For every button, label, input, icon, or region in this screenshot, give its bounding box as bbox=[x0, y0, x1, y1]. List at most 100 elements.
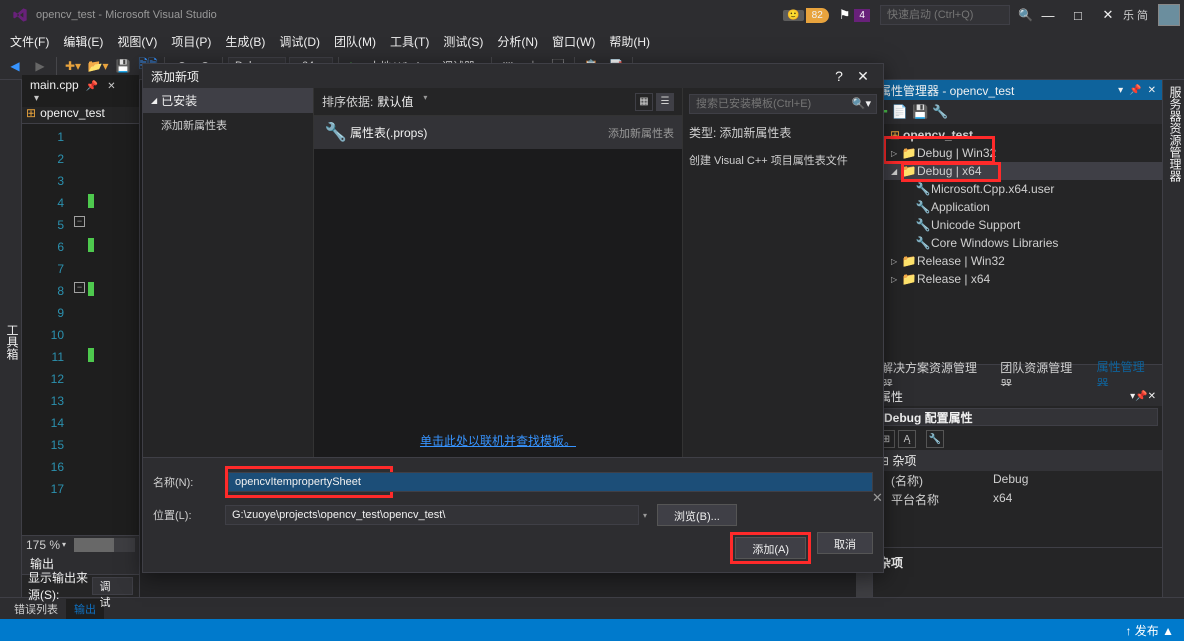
highlight-debug-node bbox=[883, 136, 995, 164]
tree-node[interactable]: 🔧Unicode Support bbox=[873, 216, 1162, 234]
sort-combo[interactable]: 默认值 bbox=[377, 93, 427, 110]
menu-item[interactable]: 测试(S) bbox=[437, 31, 489, 52]
flag-icon[interactable]: ⚑ bbox=[839, 7, 851, 23]
tree-node[interactable]: 🔧Application bbox=[873, 198, 1162, 216]
tree-node[interactable]: ▷📁Release | x64 bbox=[873, 270, 1162, 288]
tree-node[interactable]: 🔧Core Windows Libraries bbox=[873, 234, 1162, 252]
open-button[interactable]: 📂▾ bbox=[87, 55, 109, 77]
category-installed[interactable]: ◢ 已安装 bbox=[143, 88, 313, 113]
close-tab-button[interactable]: ✕ bbox=[107, 81, 115, 92]
publish-button[interactable]: ↑ 发布 ▲ bbox=[1125, 622, 1174, 639]
menu-item[interactable]: 帮助(H) bbox=[603, 31, 656, 52]
panel-pin-icon[interactable]: 📌 bbox=[1129, 85, 1141, 96]
flag-count[interactable]: 4 bbox=[854, 9, 870, 22]
user-avatar[interactable] bbox=[1158, 4, 1180, 26]
dialog-titlebar[interactable]: 添加新项 ? ✕ bbox=[143, 64, 883, 88]
code-editor[interactable]: 1234567891011121314151617 − − bbox=[22, 124, 139, 535]
tabwell-dropdown[interactable]: ▾ bbox=[30, 93, 43, 104]
properties-description: 杂项 bbox=[873, 547, 1162, 597]
add-button[interactable]: 添加(A) bbox=[735, 537, 806, 559]
prop-pane-pin-icon[interactable]: 📌 bbox=[1135, 391, 1147, 402]
menu-item[interactable]: 团队(M) bbox=[328, 31, 382, 52]
pin-icon[interactable]: 📌 bbox=[86, 81, 98, 92]
menu-item[interactable]: 调试(D) bbox=[273, 31, 326, 52]
dialog-help-button[interactable]: ? bbox=[827, 68, 851, 84]
prop-pages-button[interactable]: 🔧 bbox=[926, 430, 944, 448]
line-number-gutter: 1234567891011121314151617 bbox=[22, 124, 72, 535]
menu-item[interactable]: 文件(F) bbox=[4, 31, 55, 52]
wrench-icon: 🔧 bbox=[322, 122, 350, 143]
notification-badge-score[interactable]: 82 bbox=[806, 8, 829, 23]
add-existing-prop-icon[interactable]: 📄 bbox=[892, 104, 908, 120]
dialog-category-list[interactable]: ◢ 已安装 添加新属性表 bbox=[143, 88, 313, 457]
properties-subject-combo[interactable]: Debug 配置属性 bbox=[877, 408, 1158, 426]
view-tiles-button[interactable]: ▦ bbox=[635, 93, 653, 111]
name-input[interactable] bbox=[228, 472, 873, 492]
window-minimize-button[interactable]: — bbox=[1033, 5, 1063, 25]
add-new-item-dialog: 添加新项 ? ✕ ◢ 已安装 添加新属性表 排序依据: 默认值 ▦ ☰ 🔧 属性… bbox=[142, 63, 884, 573]
prop-pane-close-icon[interactable]: ✕ bbox=[1148, 391, 1156, 402]
zoom-level[interactable]: 175 % bbox=[26, 538, 60, 552]
save-button[interactable]: 💾 bbox=[112, 55, 134, 77]
output-panel-toolbar: 显示输出来源(S): 调试 bbox=[22, 575, 139, 597]
tree-node[interactable]: 🔧Microsoft.Cpp.x64.user bbox=[873, 180, 1162, 198]
alpha-view-button[interactable]: Ą bbox=[898, 430, 916, 448]
tree-node[interactable]: ▷📁Release | Win32 bbox=[873, 252, 1162, 270]
online-templates-link-row: 单击此处以联机并查找模板。 bbox=[314, 424, 682, 457]
name-field-label: 名称(N): bbox=[153, 474, 225, 490]
menu-item[interactable]: 工具(T) bbox=[384, 31, 435, 52]
menu-item[interactable]: 分析(N) bbox=[491, 31, 544, 52]
property-manager-header[interactable]: 属性管理器 - opencv_test ▾ 📌 ✕ bbox=[873, 80, 1162, 100]
server-explorer-collapsed-strip[interactable]: 服务器资源管理器 bbox=[1162, 80, 1184, 597]
new-project-button[interactable]: ✚▾ bbox=[62, 55, 84, 77]
menu-item[interactable]: 窗口(W) bbox=[546, 31, 601, 52]
menubar: 文件(F)编辑(E)视图(V)项目(P)生成(B)调试(D)团队(M)工具(T)… bbox=[0, 30, 1184, 52]
online-templates-link[interactable]: 单击此处以联机并查找模板。 bbox=[420, 434, 576, 448]
lang-label[interactable]: 乐 简 bbox=[1123, 7, 1148, 23]
properties-pane-header[interactable]: 属性 ▾ 📌 ✕ bbox=[873, 386, 1162, 406]
window-close-button[interactable]: ✕ bbox=[1093, 5, 1123, 25]
location-input[interactable] bbox=[225, 505, 639, 525]
code-body[interactable] bbox=[88, 124, 139, 535]
window-maximize-button[interactable]: □ bbox=[1063, 5, 1093, 25]
menu-item[interactable]: 生成(B) bbox=[219, 31, 271, 52]
category-add-new-prop-sheet[interactable]: 添加新属性表 bbox=[143, 113, 313, 137]
menu-item[interactable]: 项目(P) bbox=[165, 31, 217, 52]
right-panel-tabs: 解决方案资源管理器 团队资源管理器 属性管理器 bbox=[873, 364, 1162, 386]
desc-type-value: 添加新属性表 bbox=[719, 126, 791, 140]
output-panel-close-x[interactable]: ✕ bbox=[872, 490, 1182, 506]
fold-toggle[interactable]: − bbox=[74, 216, 85, 227]
property-manager-title: 属性管理器 - opencv_test bbox=[879, 82, 1014, 99]
editor-hscrollbar[interactable] bbox=[74, 538, 135, 552]
nav-back-button[interactable]: ◀ bbox=[4, 55, 26, 77]
editor-zoom-bar: 175 %▾ bbox=[22, 535, 139, 553]
menu-item[interactable]: 编辑(E) bbox=[57, 31, 109, 52]
highlight-cpp-user-node bbox=[901, 162, 1001, 182]
template-item-name: 属性表(.props) bbox=[350, 124, 608, 141]
sort-label: 排序依据: bbox=[322, 93, 373, 110]
window-title: opencv_test - Microsoft Visual Studio bbox=[36, 9, 217, 21]
dialog-close-button[interactable]: ✕ bbox=[851, 68, 875, 85]
panel-dropdown-icon[interactable]: ▾ bbox=[1118, 85, 1123, 96]
notification-badge-bg[interactable]: 🙂 bbox=[783, 10, 803, 21]
search-icon[interactable]: 🔍▾ bbox=[852, 97, 871, 110]
fold-toggle[interactable]: − bbox=[74, 282, 85, 293]
menu-item[interactable]: 视图(V) bbox=[111, 31, 163, 52]
titlebar: opencv_test - Microsoft Visual Studio 🙂 … bbox=[0, 0, 1184, 30]
save-prop-icon[interactable]: 💾 bbox=[912, 104, 928, 120]
view-list-button[interactable]: ☰ bbox=[656, 93, 674, 111]
template-search-input[interactable] bbox=[689, 94, 877, 114]
browse-button[interactable]: 浏览(B)... bbox=[657, 504, 737, 526]
document-tab-main-cpp[interactable]: main.cpp 📌 ✕ ▾ bbox=[22, 75, 139, 107]
cancel-button[interactable]: 取消 bbox=[817, 532, 873, 554]
output-source-combo[interactable]: 调试 bbox=[92, 577, 133, 595]
panel-close-icon[interactable]: ✕ bbox=[1148, 85, 1156, 96]
property-row[interactable]: (名称)Debug bbox=[873, 471, 1162, 490]
nav-forward-button[interactable]: ▶ bbox=[29, 55, 51, 77]
props-icon[interactable]: 🔧 bbox=[932, 104, 948, 120]
quick-launch-input[interactable] bbox=[880, 5, 1010, 25]
tri-collapse-icon: ◢ bbox=[151, 96, 157, 105]
toolbox-collapsed-strip[interactable]: 工具箱 bbox=[0, 80, 22, 597]
fold-column[interactable]: − − bbox=[72, 124, 88, 535]
template-item-props[interactable]: 🔧 属性表(.props) 添加新属性表 bbox=[314, 116, 682, 149]
